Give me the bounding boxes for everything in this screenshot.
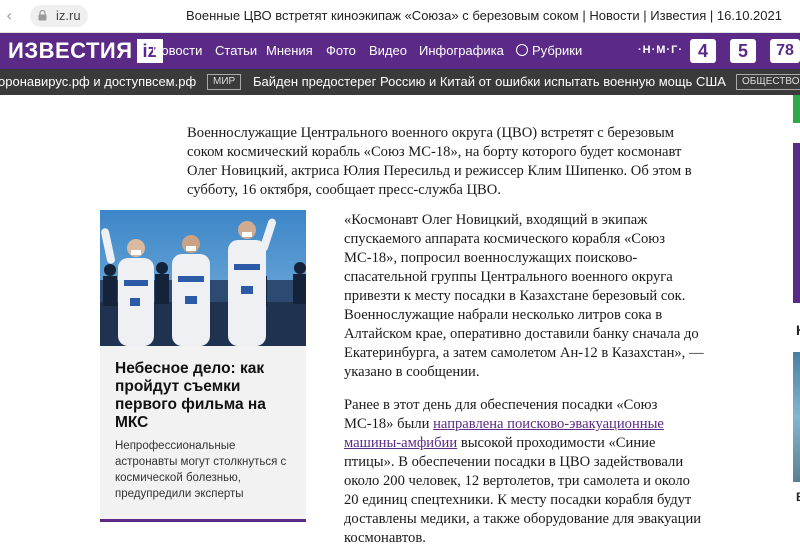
lock-icon [38, 10, 47, 21]
channel-5-logo[interactable]: 5 [730, 39, 756, 63]
ticker-item-main[interactable]: Байден предостерег Россию и Китай от оши… [253, 74, 726, 89]
article-paragraph: Ранее в этот день для обеспечения посадк… [344, 396, 706, 548]
card-title[interactable]: Небесное дело: как пройдут съемки первог… [115, 360, 295, 432]
ticker-tag-society[interactable]: ОБЩЕСТВО [736, 74, 800, 90]
address-bar[interactable]: iz.ru [30, 5, 88, 27]
nav-news[interactable]: Новости [152, 43, 202, 58]
nav-rubrics[interactable]: Рубрики [516, 43, 582, 58]
browser-toolbar: ‹ iz.ru Военные ЦВО встретят киноэкипаж … [0, 0, 800, 33]
sidebar-photo[interactable] [793, 352, 800, 482]
related-article-card[interactable]: Небесное дело: как пройдут съемки первог… [100, 210, 306, 522]
sidebar-green-block[interactable] [793, 95, 800, 123]
logo-text: ИЗВЕСТИЯ [8, 38, 133, 63]
site-header: ИЗВЕСТИЯ iz Новости Статьи Мнения Фото В… [0, 33, 800, 69]
news-ticker: оронавирус.рф и доступвсем.рф МИР Байден… [0, 69, 800, 95]
page-title: Военные ЦВО встретят киноэкипаж «Союза» … [186, 8, 782, 23]
channel-4-logo[interactable]: 4 [690, 39, 716, 63]
nav-articles[interactable]: Статьи [215, 43, 257, 58]
article-quote: «Космонавт Олег Новицкий, входящий в эки… [344, 212, 704, 380]
address-url: iz.ru [56, 8, 81, 23]
nav-infographics[interactable]: Инфографика [419, 43, 504, 58]
ticker-item-prev[interactable]: оронавирус.рф и доступвсем.рф [0, 74, 196, 89]
card-text: Непрофессиональные астронавты могут стол… [115, 440, 287, 500]
sidebar-heading-letter: К [796, 322, 800, 338]
nav-photo[interactable]: Фото [326, 43, 356, 58]
back-arrow-icon[interactable]: ‹ [6, 6, 12, 25]
sidebar-purple-block[interactable] [793, 143, 800, 303]
nav-video[interactable]: Видео [369, 43, 407, 58]
nav-opinions[interactable]: Мнения [266, 43, 313, 58]
article-lead: Военнослужащие Центрального военного окр… [187, 125, 692, 198]
channel-78-logo[interactable]: 78 [770, 39, 800, 63]
chevron-circle-icon [516, 44, 528, 56]
ticker-tag-world[interactable]: МИР [207, 74, 242, 90]
card-photo[interactable] [100, 210, 306, 346]
sidebar-caption-letter: В [796, 490, 800, 504]
site-logo[interactable]: ИЗВЕСТИЯ iz [8, 35, 163, 67]
nav-rubrics-label: Рубрики [532, 43, 583, 58]
cosmonauts-photo [100, 210, 306, 346]
nmg-logo[interactable]: ·Н·М·Г· [638, 44, 683, 56]
p3-after: высокой проходимости «Синие птицы». В об… [344, 435, 702, 546]
